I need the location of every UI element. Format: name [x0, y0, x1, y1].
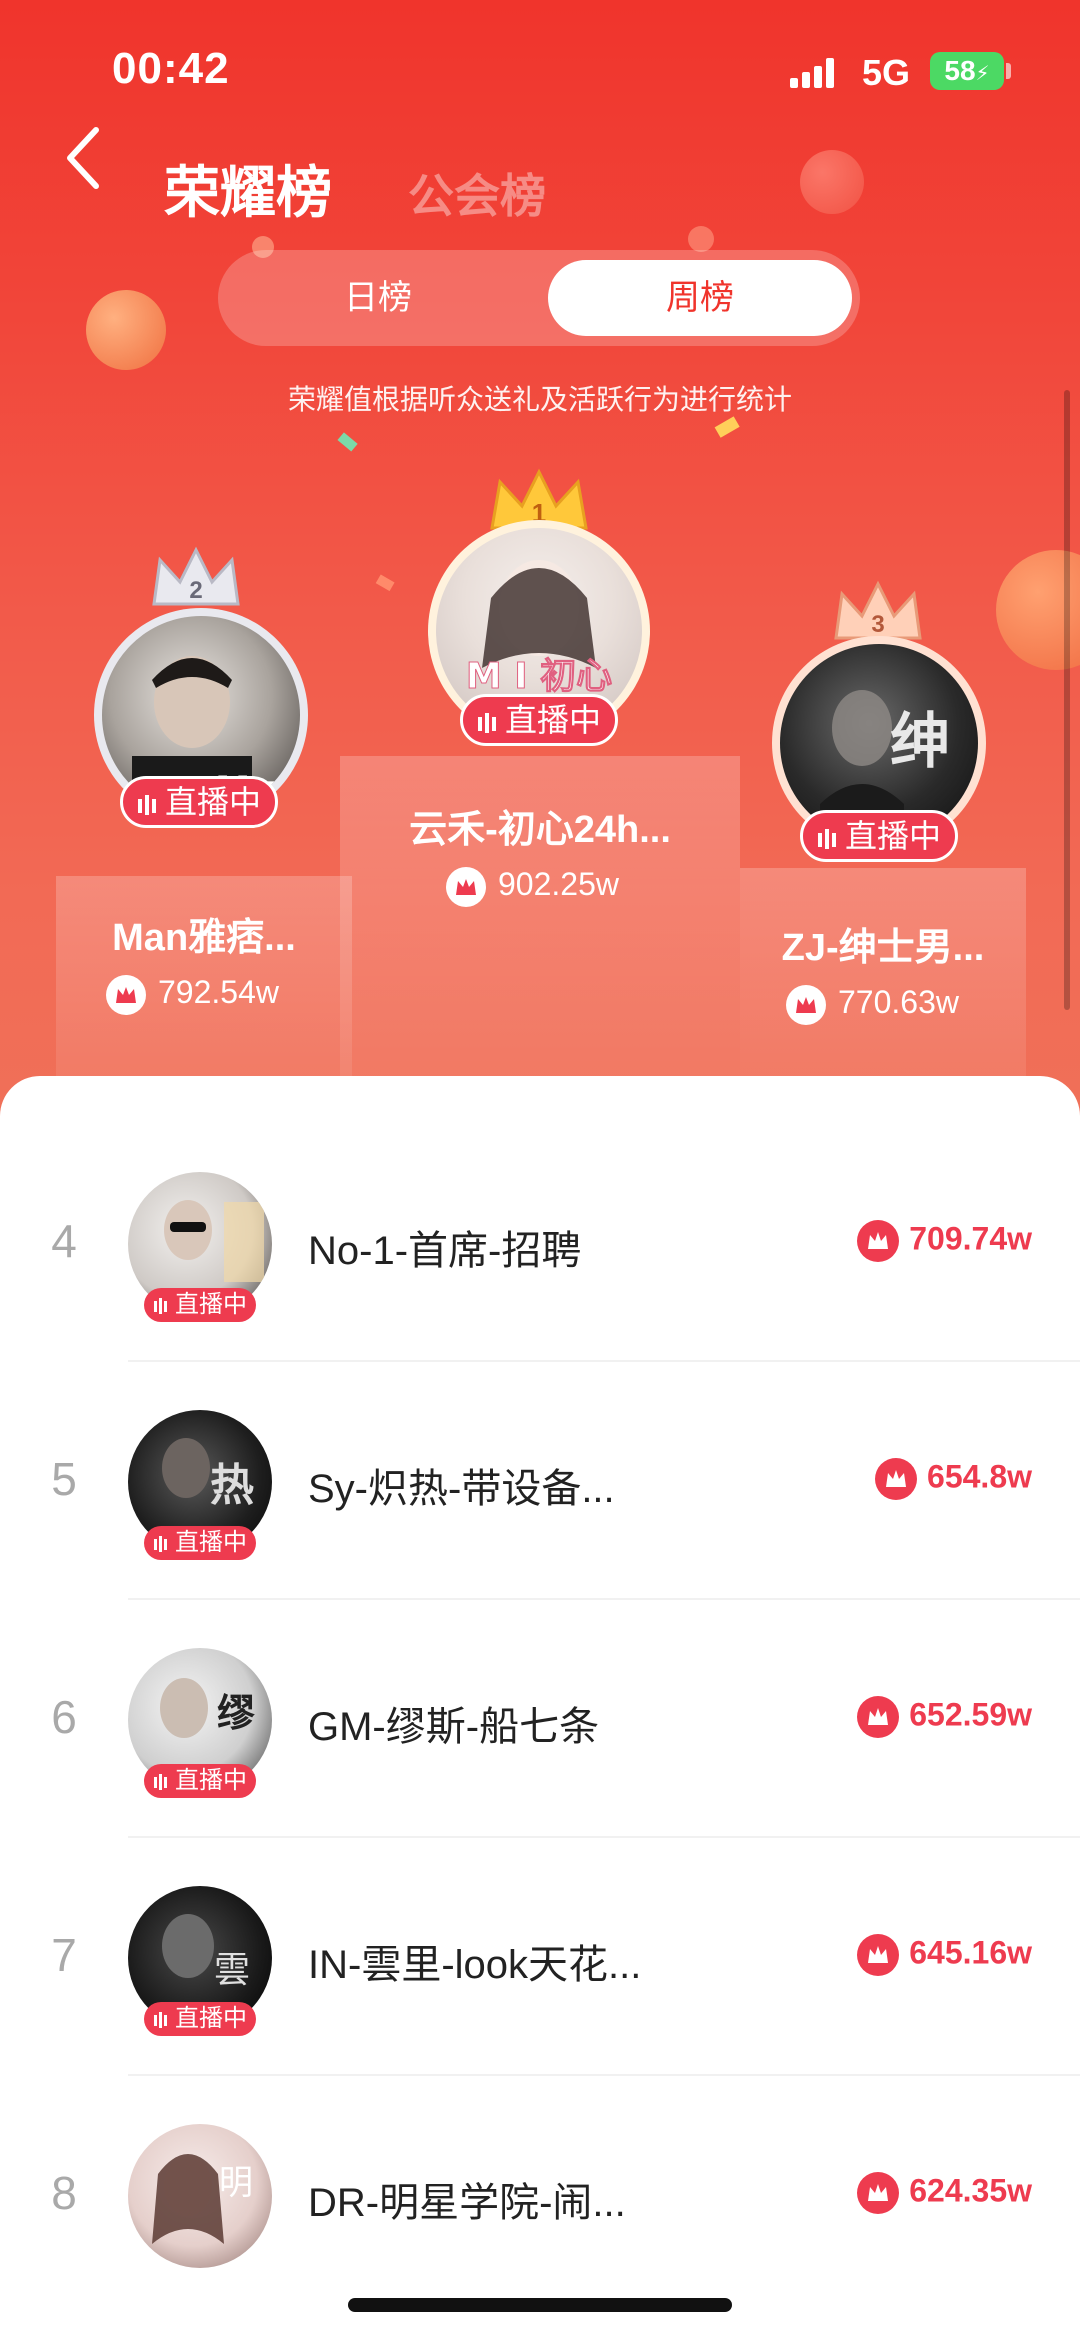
live-audio-icon [154, 1773, 167, 1790]
decor-ball [800, 150, 864, 214]
rank-number: 6 [51, 1691, 77, 1743]
score-value-row: 709.74w [857, 1220, 1032, 1262]
ranking-list: 4 直播中 No-1-首席-招聘 709.74w 5 热 直播中 Sy-炽热-带… [0, 1076, 1080, 2337]
rank-number: 5 [51, 1453, 77, 1505]
crown-silver-icon: 2 [152, 546, 240, 606]
back-button[interactable] [56, 118, 116, 198]
score-value-row: 624.35w [857, 2172, 1032, 2214]
rank-2-label: 2 [189, 577, 202, 604]
list-item[interactable]: 4 直播中 No-1-首席-招聘 709.74w [0, 1076, 1080, 1362]
period-toggle: 日榜 周榜 [218, 250, 860, 346]
list-item[interactable]: 5 热 直播中 Sy-炽热-带设备... 654.8w [0, 1314, 1080, 1600]
anchor-name: DR-明星学院-闹... [308, 2181, 626, 2225]
crown-icon [875, 1458, 918, 1500]
live-label: 直播中 [164, 784, 261, 820]
decor-ball [688, 226, 714, 252]
battery-icon: 58⚡ [930, 52, 1004, 90]
score-value-row: 654.8w [875, 1458, 1032, 1500]
live-label: 直播中 [504, 702, 601, 738]
home-indicator[interactable] [348, 2298, 732, 2312]
score-value: 770.63w [838, 984, 959, 1020]
live-audio-icon [137, 794, 156, 815]
tab-week[interactable]: 周榜 [548, 260, 852, 336]
anchor-name: Sy-炽热-带设备... [308, 1467, 615, 1511]
score-value: 652.59w [909, 1696, 1032, 1733]
anchor-name: IN-雲里-look天花... [308, 1943, 642, 1987]
score-value: 654.8w [927, 1458, 1032, 1495]
crown-icon [857, 1696, 900, 1738]
confetti-icon [337, 432, 358, 452]
podium-score: 792.54w [106, 974, 279, 1015]
avatar[interactable]: 明 [128, 2124, 272, 2268]
live-label: 直播中 [844, 818, 941, 854]
score-value: 709.74w [909, 1220, 1032, 1257]
live-badge: 直播中 [120, 776, 278, 828]
crown-icon [857, 1220, 900, 1262]
crown-icon [857, 1934, 900, 1976]
score-value-row: 645.16w [857, 1934, 1032, 1976]
confetti-icon [375, 574, 395, 592]
podium-name[interactable]: 云禾-初心24h... [340, 798, 740, 853]
signal-icon [790, 58, 834, 88]
svg-text:雲: 雲 [214, 1950, 250, 1991]
crown-icon [446, 866, 486, 907]
chevron-left-icon [67, 127, 99, 189]
rank-number: 8 [51, 2167, 77, 2219]
avatar-text: 绅 [890, 707, 950, 777]
live-badge: 直播中 [800, 810, 958, 862]
live-badge: 直播中 [460, 694, 618, 746]
rank-number: 7 [51, 1929, 77, 1981]
live-audio-icon [477, 712, 496, 733]
score-value-row: 652.59w [857, 1696, 1032, 1738]
tab-day[interactable]: 日榜 [218, 250, 538, 346]
tab-guild[interactable]: 公会榜 [408, 160, 546, 226]
podium-name[interactable]: Man雅痞... [56, 906, 352, 961]
podium-score: 902.25w [446, 866, 619, 907]
live-audio-icon [154, 1297, 167, 1314]
anchor-name: GM-缪斯-船七条 [308, 1705, 600, 1749]
score-value: 624.35w [909, 2172, 1032, 2209]
list-item[interactable]: 7 雲 直播中 IN-雲里-look天花... 645.16w [0, 1790, 1080, 2076]
avatar-portrait: 明 [152, 2154, 253, 2244]
crown-icon [786, 984, 826, 1025]
svg-text:热: 热 [210, 1460, 254, 1511]
podium-score: 770.63w [786, 984, 959, 1025]
live-audio-icon [817, 828, 836, 849]
ranking-note: 荣耀值根据听众送礼及活跃行为进行统计 [287, 384, 792, 415]
rank-number: 4 [51, 1215, 77, 1267]
podium-name[interactable]: ZJ-绅士男... [740, 916, 1026, 971]
score-value: 792.54w [158, 974, 279, 1010]
score-value: 902.25w [498, 866, 619, 902]
rank-3-label: 3 [871, 611, 884, 638]
hero-banner: 00:42 5G 58⚡ 荣耀榜 公会榜 日榜 周榜 荣耀值根据听众送礼及活跃行… [0, 0, 1080, 1120]
anchor-name: No-1-首席-招聘 [308, 1229, 582, 1273]
svg-text:缪: 缪 [217, 1690, 255, 1735]
status-bar: 00:42 5G 58⚡ [0, 0, 1080, 140]
battery-nub [1006, 63, 1011, 79]
scrollbar[interactable] [1064, 390, 1070, 1010]
svg-text:明: 明 [219, 2163, 253, 2203]
avatar-text: M I 初心 [466, 656, 612, 697]
battery-level: 58 [944, 55, 976, 86]
network-label: 5G [862, 52, 911, 93]
list-item[interactable]: 6 缪 直播中 GM-缪斯-船七条 652.59w [0, 1552, 1080, 1838]
crown-icon [857, 2172, 900, 2214]
crown-bronze-icon: 3 [834, 580, 922, 640]
live-audio-icon [154, 1535, 167, 1552]
status-time: 00:42 [112, 44, 230, 93]
list-item[interactable]: 8 明 DR-明星学院-闹... 624.35w [0, 2028, 1080, 2268]
decor-ball [86, 290, 166, 370]
live-audio-icon [154, 2011, 167, 2028]
crown-icon [106, 974, 146, 1015]
tab-honor[interactable]: 荣耀榜 [164, 148, 332, 229]
score-value: 645.16w [909, 1934, 1032, 1971]
